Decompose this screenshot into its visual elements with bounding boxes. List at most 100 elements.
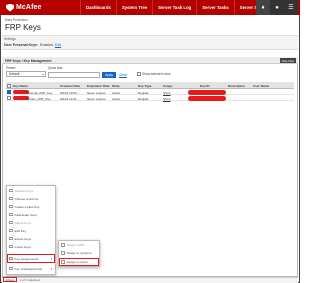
preset-select[interactable]: Default	[6, 71, 46, 77]
export-icon	[9, 236, 13, 241]
column-header-state[interactable]: State	[112, 84, 120, 88]
usage-show-link[interactable]: Show	[163, 91, 171, 95]
menu-item-label: Assign to systems	[66, 251, 92, 255]
menu-item-key-assignments[interactable]: Key Assignments	[7, 254, 55, 263]
create-icon	[9, 204, 13, 209]
unassign-icon	[9, 266, 13, 271]
redaction-mark	[188, 90, 226, 95]
menu-item-label: Create a New Key	[14, 204, 40, 209]
activate-icon	[9, 188, 13, 193]
nav-label: Server Task Log	[158, 5, 192, 10]
submenu-item-assign-ldpa[interactable]: Assign LDPA	[60, 242, 98, 248]
menu-item-deactivate-keys[interactable]: Deactivate Keys	[8, 211, 54, 218]
breadcrumb[interactable]: Data Protection	[5, 18, 28, 22]
show-selected-checkbox[interactable]	[137, 72, 141, 76]
expiration-date-cell: Never expires	[87, 90, 106, 95]
key-type-cell: Regular	[138, 90, 149, 95]
main-nav: Dashboards System Tree Server Task Log S…	[80, 0, 281, 15]
column-header-key-type[interactable]: Key Type	[138, 84, 152, 88]
column-header-expiration-date[interactable]: Expiration Date	[87, 84, 110, 88]
assign-icon	[9, 256, 13, 261]
quick-find-input[interactable]	[48, 72, 100, 78]
state-cell: Active	[112, 96, 121, 101]
expiration-date-cell: Never expires	[87, 96, 106, 101]
menu-item-activate-keys[interactable]: Activate Keys	[8, 187, 54, 194]
selected-count: 1 of 2 selected	[20, 278, 40, 282]
nav-label: Dashboards	[86, 5, 111, 10]
column-header-key-id[interactable]: Key ID	[200, 84, 210, 88]
actions-button[interactable]: Actions	[3, 277, 17, 282]
menu-item-delete-keys[interactable]: Delete Keys	[8, 219, 54, 226]
hide-filter-button[interactable]: Hide Filter	[280, 58, 296, 63]
menu-item-label: Export Keys	[14, 236, 32, 241]
menu-item-label: Activate Keys	[14, 188, 34, 193]
nav-dashboards[interactable]: Dashboards	[80, 0, 116, 15]
menu-item-key-unassignments[interactable]: Key Unassignments	[8, 265, 54, 272]
brand-logo[interactable]: McAfee	[6, 3, 42, 12]
nav-server-task-log[interactable]: Server Task Log	[152, 0, 196, 15]
bell-icon[interactable]: ♦	[256, 0, 270, 15]
edit-settings-link[interactable]: Edit	[55, 43, 61, 47]
delete-icon	[9, 220, 13, 225]
column-header-usage[interactable]: Usage	[163, 84, 172, 88]
submenu-arrow-icon	[51, 257, 52, 260]
edit-icon	[9, 228, 13, 233]
nav-server-tasks[interactable]: Server Tasks	[196, 0, 233, 15]
menu-item-create-key[interactable]: Create a New Key	[8, 203, 54, 210]
dropdown-arrow-icon	[42, 73, 44, 75]
clear-link[interactable]: Clear	[119, 73, 127, 77]
setting-value: Enabled	[40, 43, 53, 47]
menu-item-label: Assign to users	[66, 260, 88, 264]
menu-item-label: Assign LDPA	[66, 243, 85, 247]
columns-icon	[9, 196, 13, 201]
users-icon	[61, 260, 65, 264]
creation-date-cell: 6/6/22 12:41 ...	[60, 96, 81, 101]
row-checkbox[interactable]	[7, 96, 11, 100]
key-name-cell: System_FRP_Key	[26, 96, 51, 101]
column-header-user-name[interactable]: User Name	[253, 84, 269, 88]
preset-label: Preset:	[6, 66, 17, 70]
nav-label: System Tree	[121, 5, 148, 10]
menu-item-label: Deactivate Keys	[14, 212, 37, 217]
panel-title: FRP Keys / Key Management	[5, 58, 52, 63]
column-header-creation-date[interactable]: Creation Date	[60, 84, 80, 88]
settings-label: Settings	[4, 37, 16, 41]
column-header-key-name[interactable]: Key Name	[13, 84, 28, 88]
menu-item-edit-key[interactable]: Edit Key	[8, 227, 54, 234]
key-type-cell: Regular	[138, 96, 149, 101]
redaction-mark	[188, 96, 226, 101]
quick-find-label: Quick find:	[48, 66, 64, 70]
import-icon	[9, 244, 13, 249]
menu-item-label: Delete Keys	[14, 220, 32, 225]
show-selected-label: Show selected rows	[142, 72, 171, 76]
row-checkbox[interactable]	[7, 90, 11, 94]
column-header-description[interactable]: Description	[228, 84, 245, 88]
usage-show-link[interactable]: Show	[163, 97, 171, 101]
menu-item-export-keys[interactable]: Export Keys	[8, 235, 54, 242]
deactivate-icon	[9, 212, 13, 217]
state-cell: Active	[112, 90, 121, 95]
nav-system-tree[interactable]: System Tree	[115, 0, 152, 15]
shield-logo-icon	[6, 3, 14, 12]
menu-item-import-keys[interactable]: Import Keys	[8, 243, 54, 250]
menu-icon[interactable]: ☰	[284, 0, 298, 15]
nav-label: Server Tasks	[202, 5, 229, 10]
submenu-item-assign-users[interactable]: Assign to users	[59, 258, 99, 266]
menu-item-label: Import Keys	[14, 244, 32, 249]
menu-item-choose-columns[interactable]: Choose Columns	[8, 195, 54, 202]
brand-name: McAfee	[16, 4, 42, 11]
page-title: FRP Keys	[5, 23, 41, 32]
systems-icon	[61, 251, 65, 255]
top-icons: ♦ ● ☰	[256, 0, 298, 15]
menu-item-label: Key Assignments	[14, 256, 39, 261]
menu-item-label: Edit Key	[14, 228, 27, 233]
submenu-item-assign-systems[interactable]: Assign to systems	[60, 250, 98, 256]
apply-button[interactable]: Apply	[102, 72, 116, 78]
user-icon[interactable]: ●	[270, 0, 284, 15]
select-all-checkbox[interactable]	[7, 84, 11, 88]
submenu-arrow-icon	[51, 267, 52, 270]
creation-date-cell: 6/6/22 10:50 ...	[60, 90, 81, 95]
menu-item-label: Choose Columns	[14, 196, 39, 201]
key-name-cell: Personal_FRP_Key	[26, 90, 53, 95]
grid-footer	[2, 277, 298, 283]
